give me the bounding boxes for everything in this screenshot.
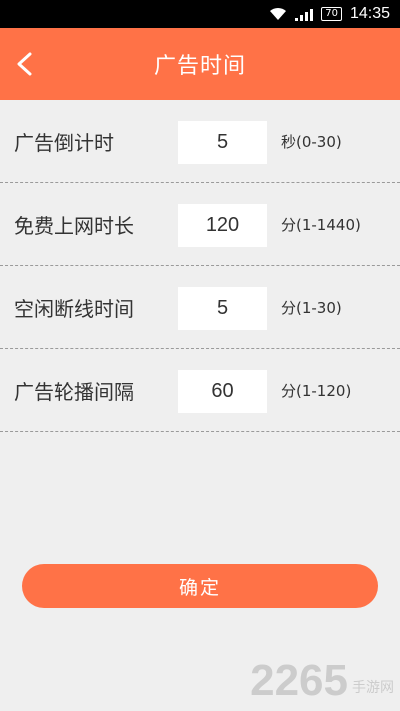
watermark-logo: 2265 手游网 [250, 659, 394, 703]
watermark-number: 2265 [250, 656, 348, 705]
setting-label: 空闲断线时间 [14, 297, 134, 321]
setting-range: 分(1-120) [281, 382, 352, 400]
watermark-text: 手游网 [352, 680, 394, 696]
status-bar: 70 14:35 [0, 0, 400, 28]
signal-icon [295, 7, 314, 21]
status-time: 14:35 [349, 5, 390, 22]
ad-countdown-input[interactable] [178, 121, 267, 164]
page-title: 广告时间 [153, 54, 246, 79]
setting-range: 秒(0-30) [281, 133, 342, 151]
setting-row-ad-rotation: 广告轮播间隔 分(1-120) [0, 349, 400, 432]
ad-rotation-input[interactable] [178, 370, 267, 413]
setting-range: 分(1-1440) [281, 216, 361, 234]
header-bar: 广告时间 [0, 28, 400, 100]
confirm-button[interactable]: 确定 [22, 564, 378, 608]
wifi-icon [270, 7, 287, 20]
setting-range: 分(1-30) [281, 299, 342, 317]
battery-icon: 70 [321, 7, 342, 21]
setting-row-ad-countdown: 广告倒计时 秒(0-30) [0, 100, 400, 183]
free-duration-input[interactable] [178, 204, 267, 247]
setting-label: 免费上网时长 [14, 214, 134, 238]
setting-label: 广告倒计时 [14, 131, 114, 155]
settings-list: 广告倒计时 秒(0-30) 免费上网时长 分(1-1440) 空闲断线时间 分(… [0, 100, 400, 432]
setting-row-free-duration: 免费上网时长 分(1-1440) [0, 183, 400, 266]
setting-row-idle-disconnect: 空闲断线时间 分(1-30) [0, 266, 400, 349]
back-chevron-icon[interactable] [10, 46, 40, 82]
idle-disconnect-input[interactable] [178, 287, 267, 330]
setting-label: 广告轮播间隔 [14, 380, 134, 404]
